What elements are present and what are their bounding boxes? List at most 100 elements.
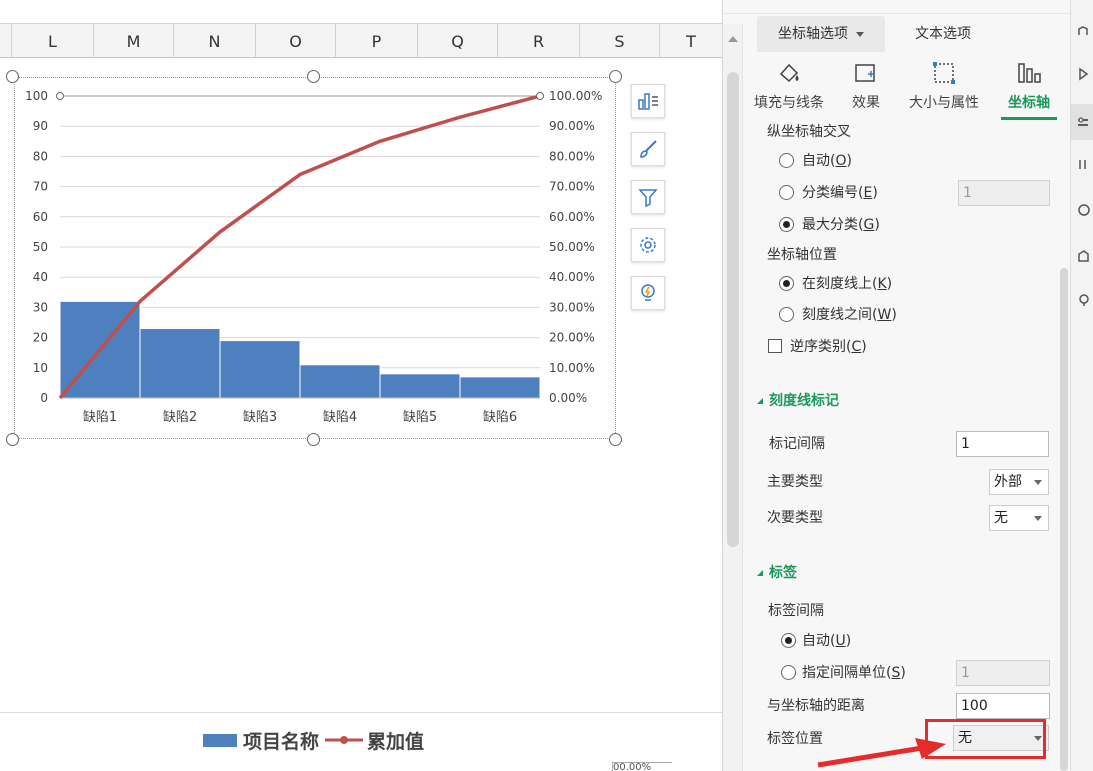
legend-swatch-line <box>325 736 364 744</box>
resize-handle-top-right[interactable] <box>609 70 622 83</box>
chart-style-button[interactable] <box>631 132 665 166</box>
label-specify-interval[interactable]: 指定间隔单位(S) <box>802 661 906 685</box>
label-cross-max-category[interactable]: 最大分类(G) <box>802 213 880 237</box>
format-axis-pane[interactable]: 坐标轴选项 文本选项 填充与线条 效果 大小与属性 坐标轴 纵坐标轴交叉 自动(… <box>722 0 1071 771</box>
bar-2 <box>139 328 221 399</box>
sidebar-tool-5[interactable] <box>1071 198 1093 222</box>
paren-close: ) <box>872 185 878 201</box>
label-text: 自动( <box>802 633 836 649</box>
specify-interval-input[interactable]: 1 <box>956 660 1050 686</box>
x-axis-tick-label: 缺陷5 <box>403 410 437 425</box>
sidebar-tool-2[interactable] <box>1071 62 1093 86</box>
left-axis-tick-label: 40 <box>33 270 48 284</box>
axis-end-marker <box>56 92 64 100</box>
bar-5 <box>379 373 461 399</box>
right-axis-tick-label: 30.00% <box>549 300 595 314</box>
subtab-axis[interactable]: 坐标轴 <box>1001 56 1057 120</box>
label-cross-auto[interactable]: 自动(O) <box>802 149 852 173</box>
chart-elements-button[interactable] <box>631 84 665 118</box>
label-text: 在刻度线上( <box>802 276 878 292</box>
sidebar-tool-7[interactable] <box>1071 288 1093 312</box>
label-distance-from-axis: 与坐标轴的距离 <box>767 698 865 714</box>
label-text: 最大分类( <box>802 217 864 233</box>
right-axis-tick-label: 60.00% <box>549 210 595 224</box>
scrollbar-thumb[interactable] <box>727 72 739 547</box>
tab-axis-options-label: 坐标轴选项 <box>778 26 848 42</box>
major-type-select[interactable]: 外部 <box>989 469 1049 495</box>
label-label-interval-auto[interactable]: 自动(U) <box>802 629 851 653</box>
paren-close: ) <box>874 217 880 233</box>
label-text: 刻度线之间( <box>802 307 878 323</box>
fill-bucket-icon <box>779 63 799 83</box>
hotkey: C <box>851 339 862 355</box>
left-axis-tick-label: 70 <box>33 180 48 194</box>
section-tick-marks[interactable]: 刻度线标记 <box>757 389 839 413</box>
cross-section-title: 纵坐标轴交叉 <box>767 124 851 140</box>
label-on-tick-marks[interactable]: 在刻度线上(K) <box>802 272 892 296</box>
x-axis-tick-label: 缺陷3 <box>243 410 277 425</box>
resize-handle-bottom-left[interactable] <box>6 433 19 446</box>
pane-title-strip <box>723 0 1071 14</box>
radio-cross-max-category[interactable] <box>779 217 794 232</box>
hotkey: O <box>835 153 847 169</box>
spreadsheet-area[interactable]: L M N O P Q R S T 0 0.00% 10 10.00% 20 20.00%… <box>0 0 722 771</box>
chevron-down-icon <box>856 31 864 37</box>
resize-handle-bottom[interactable] <box>307 433 320 446</box>
tab-text-options[interactable]: 文本选项 <box>893 16 993 52</box>
chart-ideas-button[interactable] <box>631 276 665 310</box>
pareto-chart[interactable]: 0 0.00% 10 10.00% 20 20.00% 30 30.00% 40 40.00% 50… <box>0 0 722 460</box>
sidebar-tool-4[interactable] <box>1071 152 1093 176</box>
radio-on-tick-marks[interactable] <box>779 276 794 291</box>
info-icon <box>1078 160 1086 169</box>
radio-cross-auto[interactable] <box>779 153 794 168</box>
radio-label-interval-auto[interactable] <box>781 633 796 648</box>
label-between-tick-marks[interactable]: 刻度线之间(W) <box>802 303 897 327</box>
subtab-effects[interactable]: 效果 <box>841 56 891 120</box>
radio-cross-category-number[interactable] <box>779 185 794 200</box>
tab-axis-options[interactable]: 坐标轴选项 <box>757 16 885 52</box>
scroll-up-arrow-icon[interactable] <box>728 36 738 42</box>
legend-label-line: 累加值 <box>367 730 425 753</box>
paren-close: ) <box>845 633 852 649</box>
left-axis-tick-label: 0 <box>40 391 48 405</box>
resize-handle-top[interactable] <box>307 70 320 83</box>
chart-legend[interactable]: 项目名称 累加值 <box>203 728 425 753</box>
subtab-fill-line[interactable]: 填充与线条 <box>747 56 831 120</box>
resize-handle-bottom-right[interactable] <box>609 433 622 446</box>
radio-between-tick-marks[interactable] <box>779 307 794 322</box>
partial-cell-value[interactable]: 00.00% <box>612 762 672 771</box>
left-axis-tick-label: 90 <box>33 119 48 133</box>
chart-filter-button[interactable] <box>631 180 665 214</box>
paren-close: ) <box>846 153 852 169</box>
subtab-effects-label: 效果 <box>852 95 880 111</box>
category-number-input[interactable]: 1 <box>958 180 1050 206</box>
sidebar-tool-6[interactable] <box>1071 244 1093 268</box>
label-reverse-categories[interactable]: 逆序类别(C) <box>790 335 867 359</box>
chart-elements-icon <box>638 93 658 110</box>
distance-from-axis-input[interactable]: 100 <box>956 693 1050 719</box>
chart-settings-button[interactable] <box>631 228 665 262</box>
subtab-size-properties[interactable]: 大小与属性 <box>901 56 987 120</box>
radio-specify-interval[interactable] <box>781 665 796 680</box>
major-type-value: 外部 <box>994 474 1022 490</box>
sidebar-tool-1[interactable] <box>1071 20 1093 44</box>
label-text: 逆序类别( <box>790 339 852 355</box>
resize-handle-top-left[interactable] <box>6 70 19 83</box>
checkbox-reverse-categories[interactable] <box>768 339 782 353</box>
dropdown-arrow-icon <box>1034 516 1042 521</box>
label-cross-category-number[interactable]: 分类编号(E) <box>802 181 878 205</box>
minor-type-select[interactable]: 无 <box>989 505 1049 531</box>
sidebar-tool-3[interactable] <box>1071 104 1093 140</box>
label-text: 分类编号( <box>802 185 864 201</box>
right-axis-tick-label: 10.00% <box>549 361 595 375</box>
right-axis-tick-label: 0.00% <box>549 391 587 405</box>
dropdown-arrow-icon <box>1034 480 1042 485</box>
section-labels[interactable]: 标签 <box>757 561 797 585</box>
legend-swatch-bar <box>203 733 237 747</box>
sheet-vertical-scrollbar[interactable] <box>723 24 743 771</box>
mark-interval-input[interactable]: 1 <box>956 431 1049 457</box>
right-axis-tick-label: 100.00% <box>549 89 602 103</box>
axis-position-title: 坐标轴位置 <box>767 247 837 263</box>
pane-scrollbar-thumb[interactable] <box>1060 268 1068 771</box>
settings-sliders-icon <box>1077 117 1088 126</box>
